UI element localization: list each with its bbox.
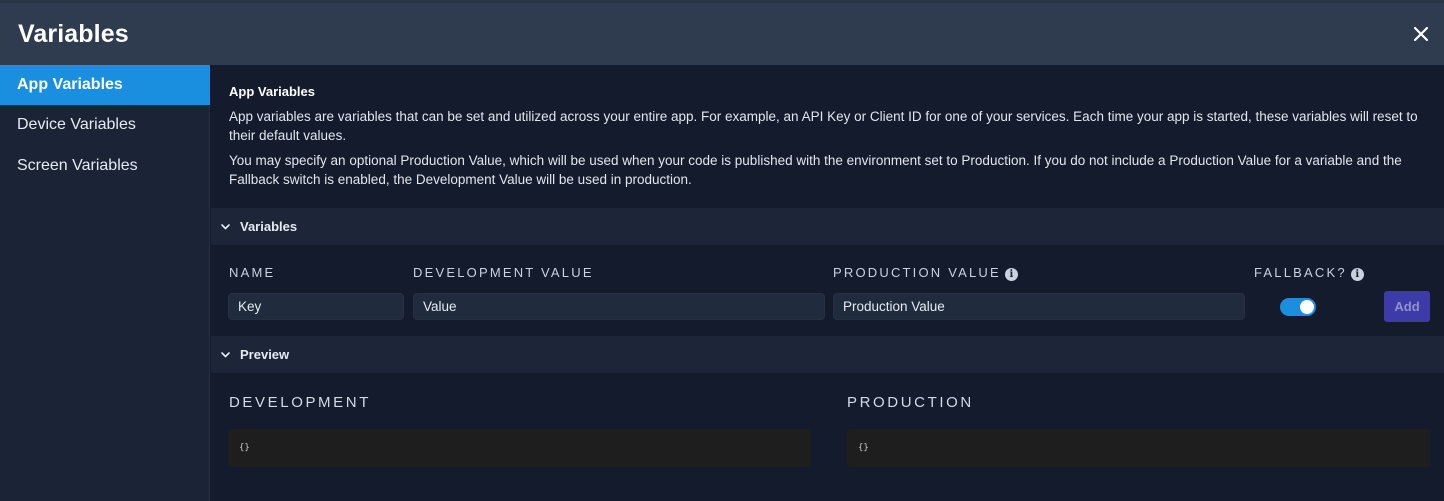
variables-modal: Variables App Variables Device Variables… [0, 0, 1444, 501]
chevron-down-icon [221, 352, 230, 358]
column-header-production-label: PRODUCTION VALUE [833, 265, 1001, 280]
toggle-knob [1300, 300, 1314, 314]
column-header-fallback-label: FALLBACK? [1254, 265, 1347, 280]
development-preview-code: {} [228, 429, 811, 467]
fallback-toggle[interactable] [1280, 298, 1316, 316]
production-preview-code: {} [847, 429, 1430, 467]
chevron-down-icon [221, 224, 230, 230]
production-value-input[interactable]: Production Value [833, 293, 1245, 320]
info-icon[interactable]: i [1350, 268, 1364, 281]
main-panel: App Variables App variables are variable… [211, 65, 1444, 501]
modal-header: Variables [0, 3, 1444, 65]
info-icon[interactable]: i [1004, 268, 1018, 281]
sidebar-item-app-variables[interactable]: App Variables [0, 65, 210, 105]
column-header-development: DEVELOPMENT VALUE [413, 265, 594, 280]
development-value-input[interactable]: Value [413, 293, 825, 320]
preview-production-label: PRODUCTION [847, 394, 974, 411]
sidebar-item-device-variables[interactable]: Device Variables [0, 105, 210, 145]
key-input[interactable]: Key [228, 293, 404, 320]
column-header-production: PRODUCTION VALUE i [833, 265, 1018, 281]
sidebar: App Variables Device Variables Screen Va… [0, 65, 210, 501]
preview-development-label: DEVELOPMENT [229, 394, 371, 411]
variables-section-header[interactable]: Variables [211, 208, 1444, 245]
variables-section-label: Variables [240, 219, 298, 234]
intro-paragraph-2: You may specify an optional Production V… [229, 153, 1402, 187]
column-header-fallback: FALLBACK? i [1254, 265, 1364, 281]
preview-section-label: Preview [240, 347, 290, 362]
add-button[interactable]: Add [1384, 291, 1430, 322]
sidebar-item-screen-variables[interactable]: Screen Variables [0, 146, 210, 186]
preview-section-header[interactable]: Preview [211, 336, 1444, 373]
column-header-name: NAME [229, 265, 276, 280]
section-title: App Variables [229, 84, 315, 99]
close-icon[interactable] [1410, 23, 1432, 45]
modal-title: Variables [18, 20, 129, 48]
intro-paragraph-1: App variables are variables that can be … [229, 109, 1418, 143]
